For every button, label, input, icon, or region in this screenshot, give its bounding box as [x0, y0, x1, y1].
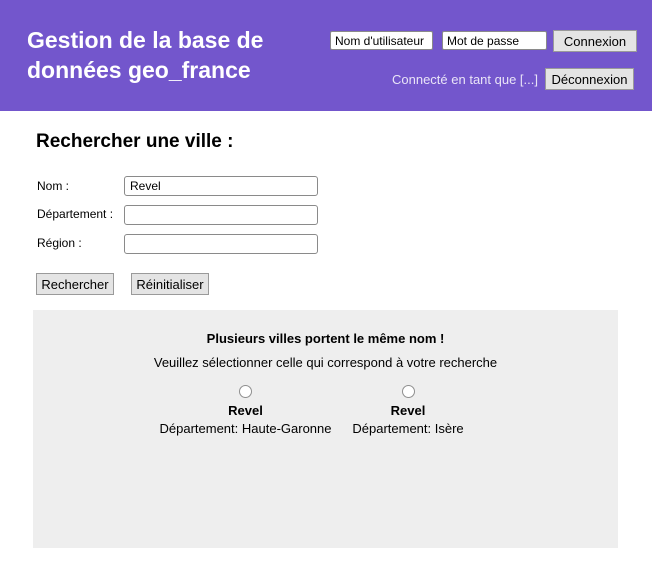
password-input[interactable] [442, 31, 547, 50]
app-title: Gestion de la base de données geo_france [27, 27, 264, 83]
city-name: Revel [390, 403, 426, 418]
city-radio[interactable] [239, 385, 252, 398]
search-button[interactable]: Rechercher [36, 273, 114, 295]
results-heading: Plusieurs villes portent le même nom ! [206, 331, 445, 346]
search-title: Rechercher une ville : [36, 131, 234, 152]
logout-button[interactable]: Déconnexion [545, 68, 634, 90]
results-panel: Plusieurs villes portent le même nom ! V… [33, 310, 618, 548]
region-label: Région : [37, 236, 82, 250]
username-input[interactable] [330, 31, 433, 50]
city-option[interactable]: Revel Département: Isère [343, 385, 473, 436]
results-subheading: Veuillez sélectionner celle qui correspo… [153, 355, 498, 370]
city-radio[interactable] [401, 385, 415, 398]
app-header: Gestion de la base de données geo_france… [0, 0, 652, 111]
city-name: Revel [228, 403, 263, 418]
region-input[interactable] [124, 234, 318, 254]
city-department: Département: Isère [352, 421, 464, 436]
city-option[interactable]: Revel Département: Haute-Garonne [158, 385, 333, 436]
city-department: Département: Haute-Garonne [159, 421, 332, 436]
name-label: Nom : [37, 179, 70, 193]
department-label: Département : [37, 207, 114, 221]
department-input[interactable] [124, 205, 318, 225]
name-input[interactable] [124, 176, 318, 196]
login-status: Connecté en tant que [...] [392, 72, 538, 87]
reset-button[interactable]: Réinitialiser [131, 273, 209, 295]
login-button[interactable]: Connexion [553, 30, 637, 52]
